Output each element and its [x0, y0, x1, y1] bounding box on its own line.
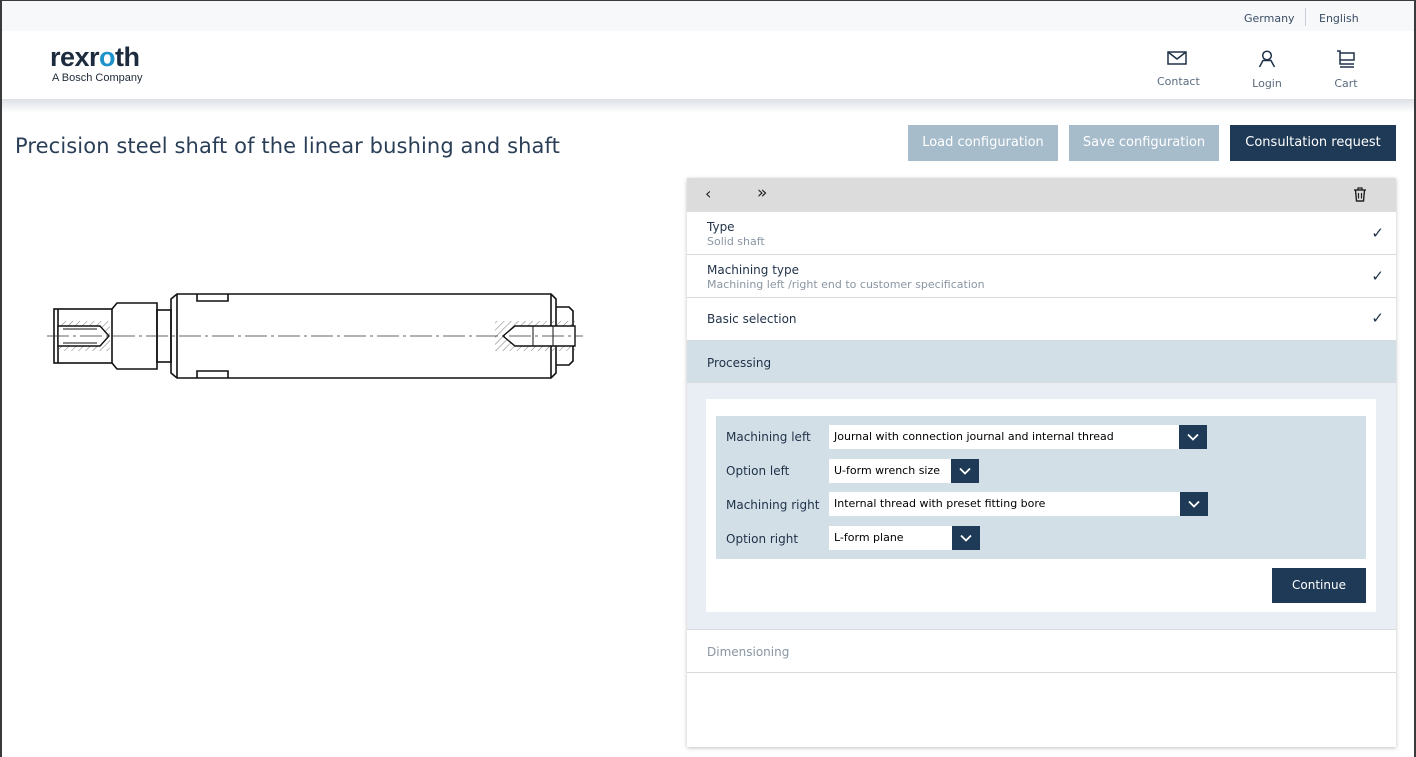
logo-tagline: A Bosch Company [52, 72, 143, 84]
checkmark-icon: ✓ [1371, 309, 1384, 327]
step-title: Processing [707, 356, 772, 370]
contact-label: Contact [1157, 75, 1200, 88]
cart-link[interactable]: Cart [1326, 50, 1366, 90]
skip-forward-button[interactable]: » [757, 183, 767, 203]
top-bar [2, 1, 1414, 31]
step-dimensioning[interactable]: Dimensioning [687, 630, 1396, 673]
dropdown-button[interactable] [951, 459, 979, 483]
shaft-technical-drawing [47, 293, 583, 379]
continue-button[interactable]: Continue [1272, 568, 1366, 603]
chevron-down-icon [960, 534, 972, 542]
language-link[interactable]: English [1319, 12, 1359, 25]
step-processing[interactable]: Processing [687, 341, 1396, 383]
option-left-label: Option left [726, 464, 790, 478]
machining-right-select[interactable]: Internal thread with preset fitting bore [829, 492, 1208, 516]
consultation-request-button[interactable]: Consultation request [1230, 125, 1396, 161]
machining-left-value: Journal with connection journal and inte… [834, 430, 1114, 443]
header-shadow [2, 99, 1414, 113]
cart-label: Cart [1334, 77, 1358, 90]
option-right-value: L-form plane [834, 531, 904, 544]
option-left-value: U-form wrench size [834, 464, 941, 477]
dropdown-button[interactable] [952, 526, 980, 550]
step-basic-selection[interactable]: Basic selection ✓ [687, 298, 1396, 341]
option-right-label: Option right [726, 532, 799, 546]
checkmark-icon: ✓ [1371, 224, 1384, 242]
load-configuration-button[interactable]: Load configuration [908, 125, 1058, 161]
user-icon [1258, 50, 1276, 68]
chevron-down-icon [1187, 433, 1199, 441]
chevron-down-icon [1188, 500, 1200, 508]
step-title: Dimensioning [707, 645, 790, 659]
page-title: Precision steel shaft of the linear bush… [15, 134, 560, 158]
language-divider [1305, 8, 1306, 26]
chevron-down-icon [959, 467, 971, 475]
save-configuration-button[interactable]: Save configuration [1069, 125, 1219, 161]
login-link[interactable]: Login [1247, 50, 1287, 90]
step-value: Solid shaft [707, 235, 765, 248]
step-title: Machining type [707, 263, 800, 277]
logo-text-part: th [115, 42, 140, 72]
site-header [2, 31, 1414, 99]
logo-text-part: rexr [50, 42, 100, 72]
machining-left-label: Machining left [726, 430, 811, 444]
step-type[interactable]: Type Solid shaft ✓ [687, 212, 1396, 255]
processing-card: Machining left Journal with connection j… [706, 399, 1376, 612]
envelope-icon [1167, 51, 1187, 65]
machining-left-select[interactable]: Journal with connection journal and inte… [829, 425, 1207, 449]
machining-right-value: Internal thread with preset fitting bore [834, 497, 1046, 510]
processing-area: Machining left Journal with connection j… [687, 383, 1396, 630]
cart-icon [1337, 50, 1355, 68]
step-value: Machining left /right end to customer sp… [707, 278, 985, 291]
contact-link[interactable]: Contact [1157, 50, 1200, 90]
login-label: Login [1252, 77, 1282, 90]
step-title: Basic selection [707, 312, 797, 326]
configurator-panel: ‹ » Type Solid shaft ✓ Machining type Ma… [687, 178, 1396, 747]
step-title: Type [707, 220, 735, 234]
trash-icon[interactable] [1353, 187, 1367, 202]
previous-step-button[interactable]: ‹ [705, 184, 711, 203]
machining-right-label: Machining right [726, 498, 820, 512]
configurator-nav: ‹ » [687, 178, 1396, 212]
country-link[interactable]: Germany [1244, 12, 1295, 25]
logo-text-accent: o [99, 42, 116, 72]
dropdown-button[interactable] [1180, 492, 1208, 516]
option-left-select[interactable]: U-form wrench size [829, 459, 979, 483]
step-machining-type[interactable]: Machining type Machining left /right end… [687, 255, 1396, 298]
checkmark-icon: ✓ [1371, 267, 1384, 285]
dropdown-button[interactable] [1179, 425, 1207, 449]
rexroth-logo[interactable]: rexroth [50, 44, 140, 71]
option-right-select[interactable]: L-form plane [829, 526, 980, 550]
processing-form: Machining left Journal with connection j… [716, 416, 1366, 559]
